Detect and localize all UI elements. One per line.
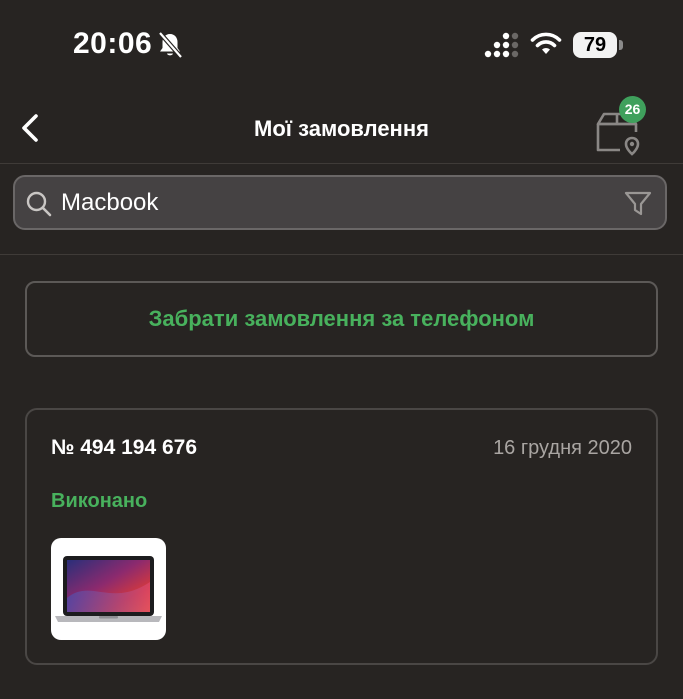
filter-icon[interactable] (623, 188, 653, 218)
search-bar (13, 175, 667, 230)
header-divider (0, 163, 683, 164)
search-divider (0, 254, 683, 255)
order-status: Виконано (51, 490, 148, 512)
laptop-image (55, 556, 162, 622)
order-number: № 494 194 676 (51, 436, 198, 459)
header: Мої замовлення (0, 92, 683, 164)
bell-slash-icon (158, 31, 183, 59)
order-card[interactable]: № 494 194 676 16 грудня 2020 Виконано (25, 408, 658, 665)
status-bar: 20:06 79 (0, 0, 683, 92)
status-time: 20:06 (73, 27, 153, 60)
battery-cap (619, 40, 623, 50)
battery-indicator: 79 (573, 32, 623, 58)
delivery-badge: 26 (619, 96, 646, 123)
order-date: 16 грудня 2020 (493, 437, 632, 459)
search-input[interactable] (61, 185, 601, 221)
page-title: Мої замовлення (254, 116, 429, 141)
pickup-by-phone-button[interactable]: Забрати замовлення за телефоном (25, 281, 658, 357)
product-image (51, 538, 166, 640)
battery-level: 79 (573, 32, 617, 58)
wifi-icon (530, 32, 562, 54)
search-icon (26, 191, 52, 217)
cellular-signal-icon (484, 32, 519, 58)
